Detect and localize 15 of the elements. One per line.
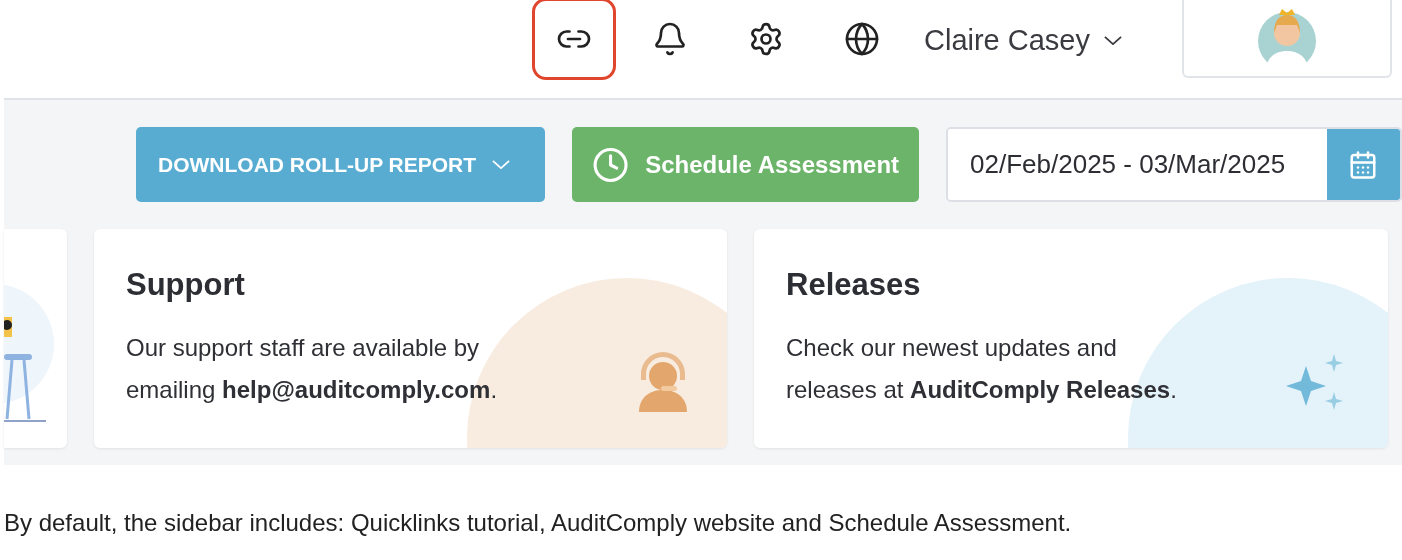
- caption-text: By default, the sidebar includes: Quicklinks tutorial, AuditComply website and Schedule Assessment.: [4, 509, 1073, 537]
- calendar-button[interactable]: [1326, 129, 1400, 200]
- card-text: Our support staff are available by emailing help@auditcomply.com.: [126, 333, 499, 405]
- user-menu[interactable]: Claire Casey: [924, 20, 1122, 60]
- card-title: Releases: [786, 267, 922, 303]
- chevron-icon: [492, 160, 511, 169]
- chevron-icon: [1104, 35, 1122, 45]
- card-text: Check our newest updates and releases at AuditComply Releases.: [786, 333, 1178, 405]
- settings-icon: [748, 21, 784, 57]
- highlighted-link-button[interactable]: [532, 0, 616, 80]
- date-range-field[interactable]: 02/Feb/2025 - 03/Mar/2025: [946, 127, 1402, 202]
- calendar-icon: [1348, 149, 1379, 180]
- card-title: Support: [126, 267, 246, 303]
- notifications-icon: [652, 21, 688, 57]
- globe-icon: [844, 21, 880, 57]
